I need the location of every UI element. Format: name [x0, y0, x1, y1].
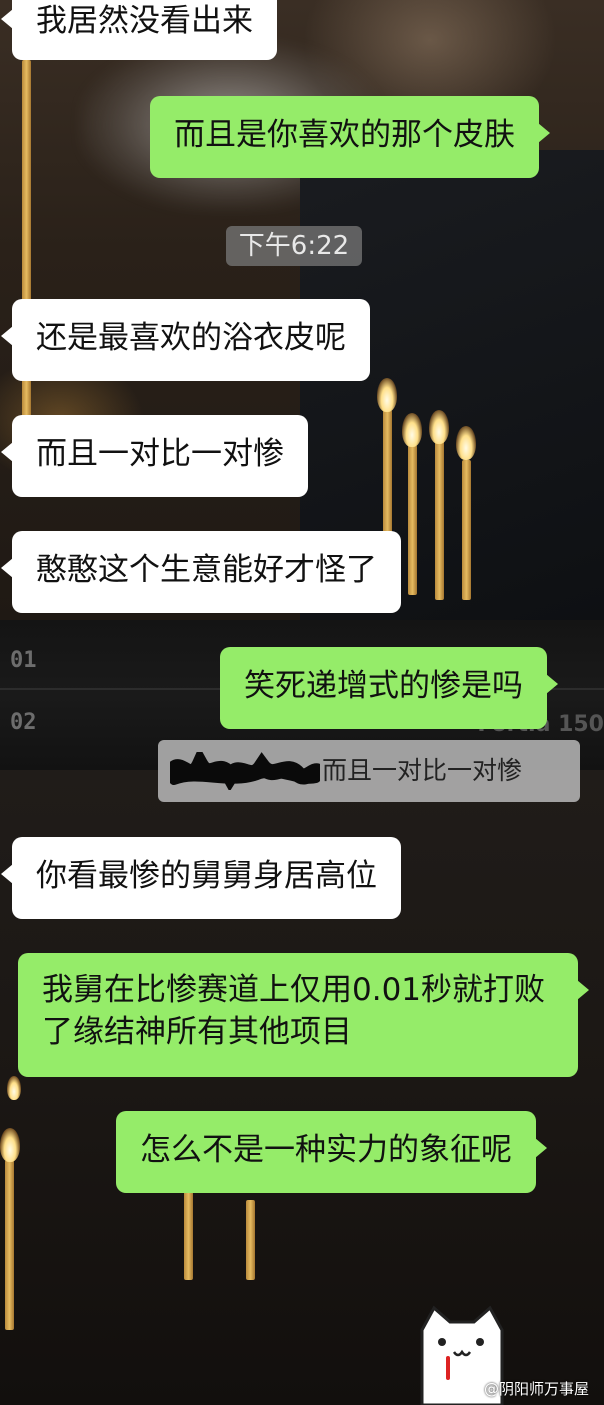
- message-bubble-outgoing[interactable]: 怎么不是一种实力的象征呢: [116, 1111, 547, 1193]
- message-text: 你看最惨的舅舅身居高位: [36, 858, 377, 894]
- band-number-1: 01: [10, 648, 37, 673]
- message-bubble-incoming[interactable]: 憨憨这个生意能好才怪了: [1, 531, 401, 613]
- candle-flame: [429, 410, 449, 444]
- candle: [246, 1200, 255, 1280]
- message-bubble-incoming[interactable]: 还是最喜欢的浴衣皮呢: [1, 299, 370, 381]
- message-text: 还是最喜欢的浴衣皮呢: [36, 320, 346, 356]
- candle: [462, 460, 471, 600]
- candle: [5, 1160, 14, 1330]
- message-text: 我居然没看出来: [36, 3, 253, 39]
- message-text: 我舅在比惨赛道上仅用0.01秒就打败了缘结神所有其他项目: [42, 972, 546, 1050]
- message-text: 笑死递增式的惨是吗: [244, 668, 523, 704]
- watermark-text: @阴阳师万事屋: [484, 1380, 590, 1398]
- message-bubble-outgoing[interactable]: 笑死递增式的惨是吗: [220, 647, 558, 729]
- message-text: 憨憨这个生意能好才怪了: [36, 552, 377, 588]
- message-bubble-incoming[interactable]: 我居然没看出来: [1, 0, 277, 60]
- candle: [408, 445, 417, 595]
- message-text: 而且一对比一对惨: [36, 436, 284, 472]
- band-number-2: 02: [10, 710, 37, 735]
- message-bubble-outgoing[interactable]: 而且是你喜欢的那个皮肤: [150, 96, 550, 178]
- candle: [435, 440, 444, 600]
- candle-flame: [402, 413, 422, 447]
- message-bubble-outgoing[interactable]: 我舅在比惨赛道上仅用0.01秒就打败了缘结神所有其他项目: [18, 953, 589, 1077]
- message-bubble-incoming[interactable]: 你看最惨的舅舅身居高位: [1, 837, 401, 919]
- message-text: 怎么不是一种实力的象征呢: [140, 1132, 512, 1168]
- candle-flame: [0, 1128, 20, 1162]
- candle-flame: [7, 1076, 21, 1100]
- candle-flame: [456, 426, 476, 460]
- redaction-scribble: [170, 752, 320, 790]
- candle: [184, 1190, 193, 1280]
- timestamp-label: 下午6:22: [226, 226, 362, 266]
- message-bubble-incoming[interactable]: 而且一对比一对惨: [1, 415, 308, 497]
- candle-flame: [377, 378, 397, 412]
- quoted-text: 而且一对比一对惨: [322, 756, 523, 785]
- message-text: 而且是你喜欢的那个皮肤: [174, 117, 515, 153]
